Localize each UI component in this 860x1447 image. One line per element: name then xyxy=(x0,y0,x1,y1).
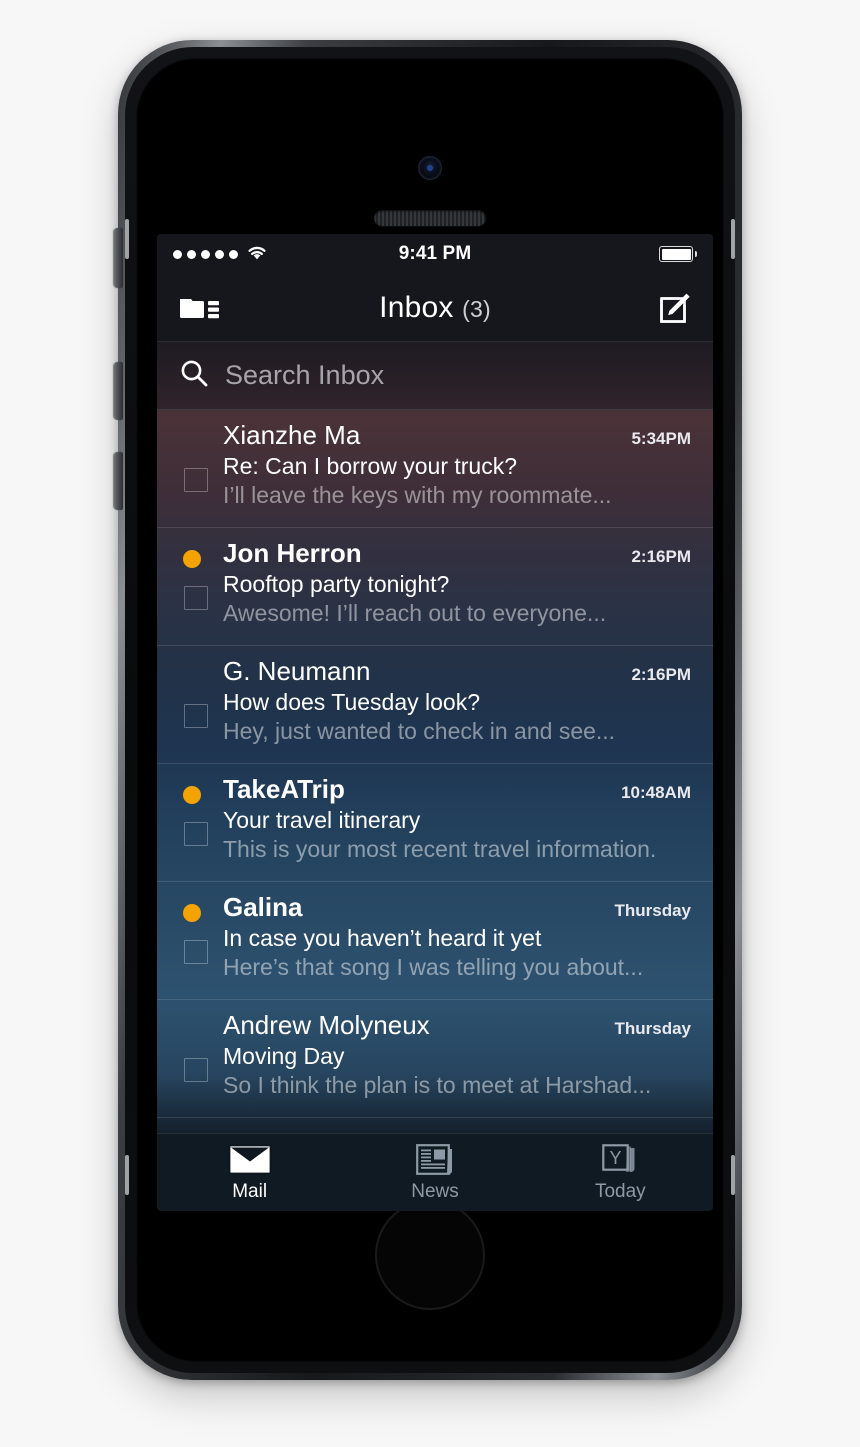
message-row[interactable]: Jon Herron 2:16PM Rooftop party tonight? Aw… xyxy=(157,528,713,646)
battery-full-icon xyxy=(659,246,697,262)
antenna-band-highlight xyxy=(125,219,129,259)
message-row[interactable]: Galina Thursday In case you haven’t heard … xyxy=(157,882,713,1000)
message-header: Galina Thursday xyxy=(179,892,691,923)
yahoo-today-icon: Y xyxy=(602,1143,638,1177)
unread-dot-icon xyxy=(183,550,201,568)
message-header: Jon Herron 2:16PM xyxy=(179,538,691,569)
message-time: 10:48AM xyxy=(621,783,691,802)
mute-switch[interactable] xyxy=(114,228,123,288)
unread-dot-icon xyxy=(183,786,201,804)
unread-count-badge: (3) xyxy=(462,295,491,322)
select-checkbox[interactable] xyxy=(184,586,208,610)
message-preview: Awesome! I’ll reach out to everyone... xyxy=(223,600,607,626)
page-title-text: Inbox xyxy=(379,290,454,324)
message-time: 5:34PM xyxy=(631,429,691,448)
message-header: Xianzhe Ma 5:34PM xyxy=(179,420,691,451)
compose-icon[interactable] xyxy=(659,292,691,324)
navigation-bar: Inbox (3) xyxy=(157,274,713,342)
message-row[interactable]: Xianzhe Ma 5:34PM Re: Can I borrow your tr… xyxy=(157,410,713,528)
mailboxes-folder-icon[interactable] xyxy=(179,293,221,323)
message-sender: Xianzhe Ma xyxy=(223,420,361,450)
message-subject: Your travel itinerary xyxy=(223,807,421,833)
message-header: G. Neumann 2:16PM xyxy=(179,656,691,687)
message-preview: I’ll leave the keys with my roommate... xyxy=(223,482,612,508)
screenshot-stage: 9:41 PM Inbox (3) Search Inbox Xianzhe M… xyxy=(0,0,860,1447)
message-time: Thursday xyxy=(614,901,691,920)
select-checkbox[interactable] xyxy=(184,1058,208,1082)
earpiece-speaker xyxy=(374,210,486,226)
select-checkbox[interactable] xyxy=(184,468,208,492)
message-row[interactable]: G. Neumann 2:16PM How does Tuesday look? He… xyxy=(157,646,713,764)
message-preview: Here’s that song I was telling you about… xyxy=(223,954,644,980)
select-checkbox[interactable] xyxy=(184,940,208,964)
front-camera-icon xyxy=(418,156,442,180)
message-subject: In case you haven’t heard it yet xyxy=(223,925,542,951)
message-row[interactable]: Andrew Molyneux Thursday Moving Day So I th… xyxy=(157,1000,713,1118)
message-header: Andrew Molyneux Thursday xyxy=(179,1010,691,1041)
message-time: 2:16PM xyxy=(631,665,691,684)
svg-text:Y: Y xyxy=(610,1148,622,1168)
search-input[interactable]: Search Inbox xyxy=(225,360,384,391)
antenna-band-highlight xyxy=(731,1155,735,1195)
page-title: Inbox (3) xyxy=(157,291,713,325)
message-header: TakeATrip 10:48AM xyxy=(179,774,691,805)
message-preview: So I think the plan is to meet at Harsha… xyxy=(223,1072,652,1098)
antenna-band-highlight xyxy=(731,219,735,259)
message-row[interactable]: TakeATrip 10:48AM Your travel itinerary Thi… xyxy=(157,764,713,882)
antenna-band-highlight xyxy=(125,1155,129,1195)
message-sender: Jon Herron xyxy=(223,538,362,568)
volume-up-button[interactable] xyxy=(114,362,123,420)
message-list[interactable]: Xianzhe Ma 5:34PM Re: Can I borrow your tr… xyxy=(157,410,713,1118)
message-subject: How does Tuesday look? xyxy=(223,689,480,715)
message-time: 2:16PM xyxy=(631,547,691,566)
tab-mail-label: Mail xyxy=(232,1180,268,1202)
status-bar-clock: 9:41 PM xyxy=(398,243,472,264)
phone-screen: 9:41 PM Inbox (3) Search Inbox Xianzhe M… xyxy=(157,234,713,1211)
tab-today-label: Today xyxy=(594,1180,646,1202)
tab-news[interactable]: News xyxy=(342,1143,527,1203)
select-checkbox[interactable] xyxy=(184,704,208,728)
message-preview: This is your most recent travel informat… xyxy=(223,836,657,862)
message-subject: Rooftop party tonight? xyxy=(223,571,450,597)
select-checkbox[interactable] xyxy=(184,822,208,846)
message-subject: Moving Day xyxy=(223,1043,345,1069)
newspaper-icon xyxy=(416,1143,454,1177)
envelope-icon xyxy=(227,1143,272,1177)
tab-today[interactable]: Y Today xyxy=(528,1143,713,1203)
search-bar[interactable]: Search Inbox xyxy=(157,342,713,410)
message-sender: Andrew Molyneux xyxy=(223,1010,430,1040)
message-subject: Re: Can I borrow your truck? xyxy=(223,453,518,479)
status-bar: 9:41 PM xyxy=(157,234,713,274)
message-sender: G. Neumann xyxy=(223,656,371,686)
message-time: Thursday xyxy=(614,1019,691,1038)
home-button[interactable] xyxy=(375,1200,485,1310)
message-sender: Galina xyxy=(223,892,303,922)
unread-dot-icon xyxy=(183,904,201,922)
tab-news-label: News xyxy=(411,1180,459,1202)
tab-bar[interactable]: Mail News Y Today xyxy=(157,1133,713,1211)
search-icon xyxy=(179,358,209,393)
volume-down-button[interactable] xyxy=(114,452,123,510)
tab-mail[interactable]: Mail xyxy=(157,1143,342,1203)
message-sender: TakeATrip xyxy=(223,774,345,804)
message-preview: Hey, just wanted to check in and see... xyxy=(223,718,616,744)
